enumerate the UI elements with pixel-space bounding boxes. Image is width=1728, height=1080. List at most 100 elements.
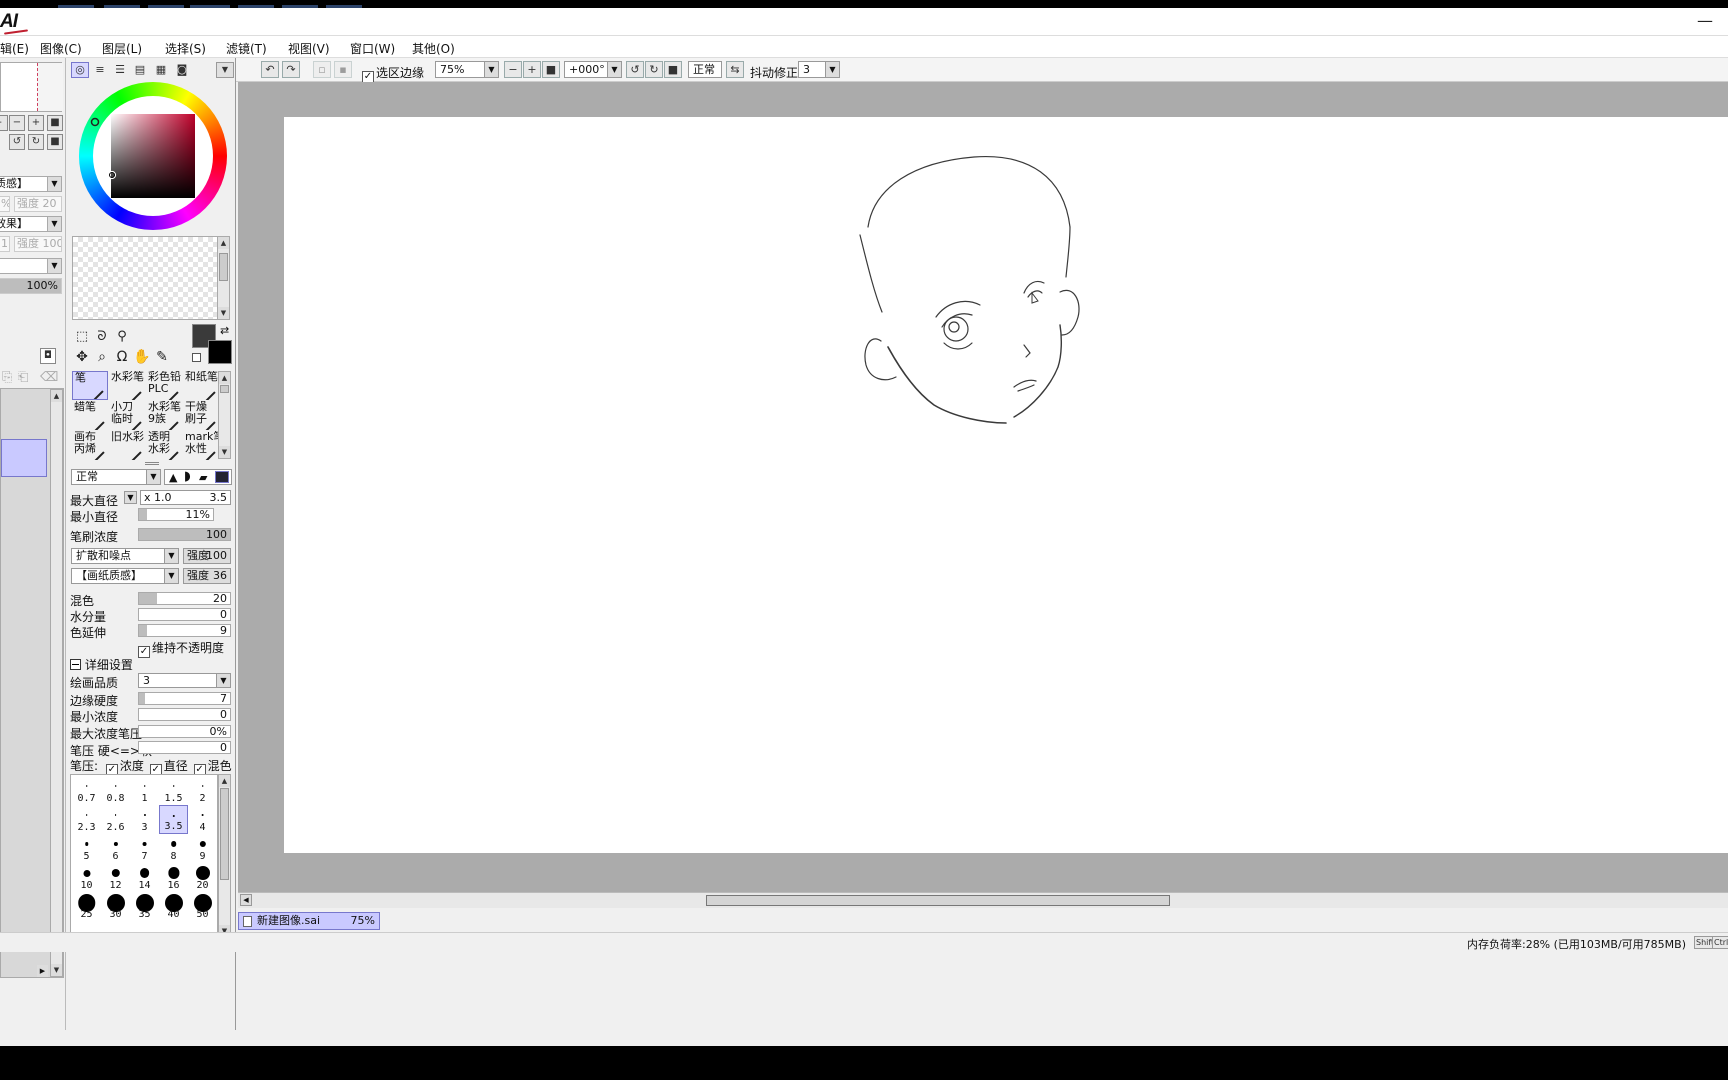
brush-tool-2-0[interactable]: 画布 丙烯 (72, 431, 108, 460)
new-layer-icon[interactable]: ⎘ (2, 370, 12, 385)
zoom-out-button[interactable]: − (504, 61, 522, 78)
nav-zoom-reset-button[interactable]: ■ (47, 115, 63, 131)
panel-resize-grip[interactable] (145, 462, 159, 465)
scroll-right-icon[interactable]: ▶ (37, 965, 48, 977)
layer-texture-select[interactable]: 质感】 ▼ (0, 176, 62, 192)
menu-image[interactable]: 图像(C) (40, 40, 82, 57)
minimize-button[interactable]: — (1690, 8, 1720, 36)
deselect-button[interactable]: ▫ (313, 61, 331, 78)
size-preset[interactable]: 2 (188, 776, 217, 805)
blend-mode-select[interactable]: ▼ (0, 258, 62, 274)
brush-tool-2-2[interactable]: 透明 水彩 (146, 431, 182, 460)
size-preset[interactable]: 7 (130, 834, 159, 863)
edge-hardness-slider[interactable]: 7 (138, 692, 231, 705)
water-slider[interactable]: 0 (138, 608, 231, 621)
blend-slider[interactable]: 20 (138, 592, 231, 605)
rotate-reset-button[interactable]: ■ (664, 61, 682, 78)
nav-rotate-right-button[interactable]: ↻ (28, 134, 44, 150)
size-preset[interactable]: 14 (130, 863, 159, 892)
brush-tool-0-0[interactable]: 笔 (72, 371, 108, 400)
size-preset[interactable]: 25 (72, 892, 101, 921)
swap-colors-icon[interactable]: ⇄ (220, 324, 229, 337)
magic-wand-icon[interactable]: ⚲ (113, 328, 131, 346)
size-preset[interactable]: 20 (188, 863, 217, 892)
size-preset[interactable]: 9 (188, 834, 217, 863)
brush-tool-1-3[interactable]: 干燥 刷子 (183, 401, 219, 430)
layer-opacity-slider[interactable]: 100% (0, 278, 62, 294)
size-preset[interactable]: 6 (101, 834, 130, 863)
brush-tool-2-1[interactable]: 旧水彩 (109, 431, 145, 460)
sub-color-swatch[interactable] (208, 340, 232, 364)
size-preset[interactable]: 50 (188, 892, 217, 921)
rotate-left-button[interactable]: ↺ (626, 61, 644, 78)
rotate-right-button[interactable]: ↻ (645, 61, 663, 78)
layer-effect-select[interactable]: 效果】 ▼ (0, 216, 62, 232)
rotation-select[interactable]: +000° ▼ (564, 61, 622, 78)
noise-strength-field[interactable]: 强度 100 (183, 548, 231, 564)
color-persistence-slider[interactable]: 9 (138, 624, 231, 637)
size-preset[interactable]: 1.5 (159, 776, 188, 805)
scroll-thumb[interactable] (706, 895, 1170, 906)
brush-shape-square-icon[interactable] (215, 471, 229, 483)
redo-button[interactable]: ↷ (282, 61, 300, 78)
hand-icon[interactable]: ✋ (133, 348, 151, 366)
color-mixer-tab-icon[interactable]: ▤ (131, 62, 149, 78)
size-preset[interactable]: 0.7 (72, 776, 101, 805)
menu-other[interactable]: 其他(O) (412, 40, 455, 57)
panel-menu-icon[interactable]: ▼ (216, 62, 234, 78)
size-preset[interactable]: 40 (159, 892, 188, 921)
drawing-canvas[interactable] (284, 117, 1728, 853)
reset-colors-icon[interactable] (192, 353, 201, 362)
advanced-settings-toggle[interactable]: 详细设置 (70, 656, 133, 673)
layer-list-scrollbar[interactable]: ▲ ▼ (50, 389, 63, 977)
menu-window[interactable]: 窗口(W) (350, 40, 395, 57)
size-preset[interactable]: 1 (130, 776, 159, 805)
keep-opacity-toggle[interactable]: ✓ 维持不透明度 (138, 639, 224, 658)
density-slider[interactable]: 100 (138, 528, 231, 541)
scroll-left-icon[interactable]: ◀ (240, 894, 252, 906)
size-preset[interactable]: 8 (159, 834, 188, 863)
brush-shape-flat-icon[interactable]: ▰ (199, 471, 207, 484)
menu-edit[interactable]: 编辑(E) (0, 40, 29, 57)
size-preset[interactable]: 3 (130, 805, 159, 834)
scroll-up-icon[interactable]: ▲ (51, 390, 62, 402)
canvas-area[interactable] (238, 82, 1728, 904)
color-swatches[interactable] (72, 236, 220, 320)
paper-texture-select[interactable]: 【画纸质感】 ▼ (71, 568, 179, 584)
size-preset[interactable]: 16 (159, 863, 188, 892)
rect-select-icon[interactable]: ⬚ (73, 328, 91, 346)
min-density-slider[interactable]: 0 (138, 708, 231, 721)
zoom-in-button[interactable]: + (523, 61, 541, 78)
color-wheel[interactable] (79, 82, 227, 230)
scroll-down-icon[interactable]: ▼ (219, 446, 230, 458)
delete-layer-icon[interactable]: ⌫ (40, 370, 58, 385)
scroll-up-icon[interactable]: ▲ (219, 372, 230, 384)
pressure-blend-toggle[interactable]: ✓ 混色 (193, 759, 232, 776)
keep-opacity-checkbox[interactable]: ✓ (138, 646, 150, 658)
navigator-preview[interactable] (0, 62, 63, 112)
document-tab[interactable]: 新建图像.sai 75% (238, 912, 380, 930)
noise-select[interactable]: 扩散和噪点 ▼ (71, 548, 179, 564)
size-preset[interactable]: 10 (72, 863, 101, 892)
brush-tool-1-1[interactable]: 小刀 临时 (109, 401, 145, 430)
nav-zoom-out-button[interactable]: − (9, 115, 25, 131)
swatches-tab-icon[interactable]: ▦ (152, 62, 170, 78)
swatches-scrollbar[interactable]: ▲ ▼ (217, 236, 230, 320)
brush-tool-0-3[interactable]: 和纸笔 (183, 371, 219, 400)
scroll-thumb[interactable] (219, 253, 228, 281)
menu-layer[interactable]: 图层(L) (102, 40, 142, 57)
eyedropper-icon[interactable]: ✎ (153, 348, 171, 366)
rgb-slider-tab-icon[interactable]: ≡ (91, 62, 109, 78)
menu-select[interactable]: 选择(S) (165, 40, 206, 57)
select-edge-toggle[interactable]: ✓ 选区边缘 (362, 64, 424, 83)
brush-tool-1-2[interactable]: 水彩笔 9族 (146, 401, 182, 430)
menu-filter[interactable]: 滤镜(T) (226, 40, 267, 57)
invert-selection-button[interactable]: ▪ (334, 61, 352, 78)
size-preset[interactable]: 0.8 (101, 776, 130, 805)
nav-zoom-in-button[interactable]: + (28, 115, 44, 131)
zoom-icon[interactable]: ⌕ (93, 348, 111, 366)
size-preset[interactable]: 2.3 (72, 805, 101, 834)
scroll-down-icon[interactable]: ▼ (51, 964, 62, 976)
brush-shape-sharp-icon[interactable]: ▲ (169, 471, 177, 484)
paper-strength-field[interactable]: 强度 36 (183, 568, 231, 584)
